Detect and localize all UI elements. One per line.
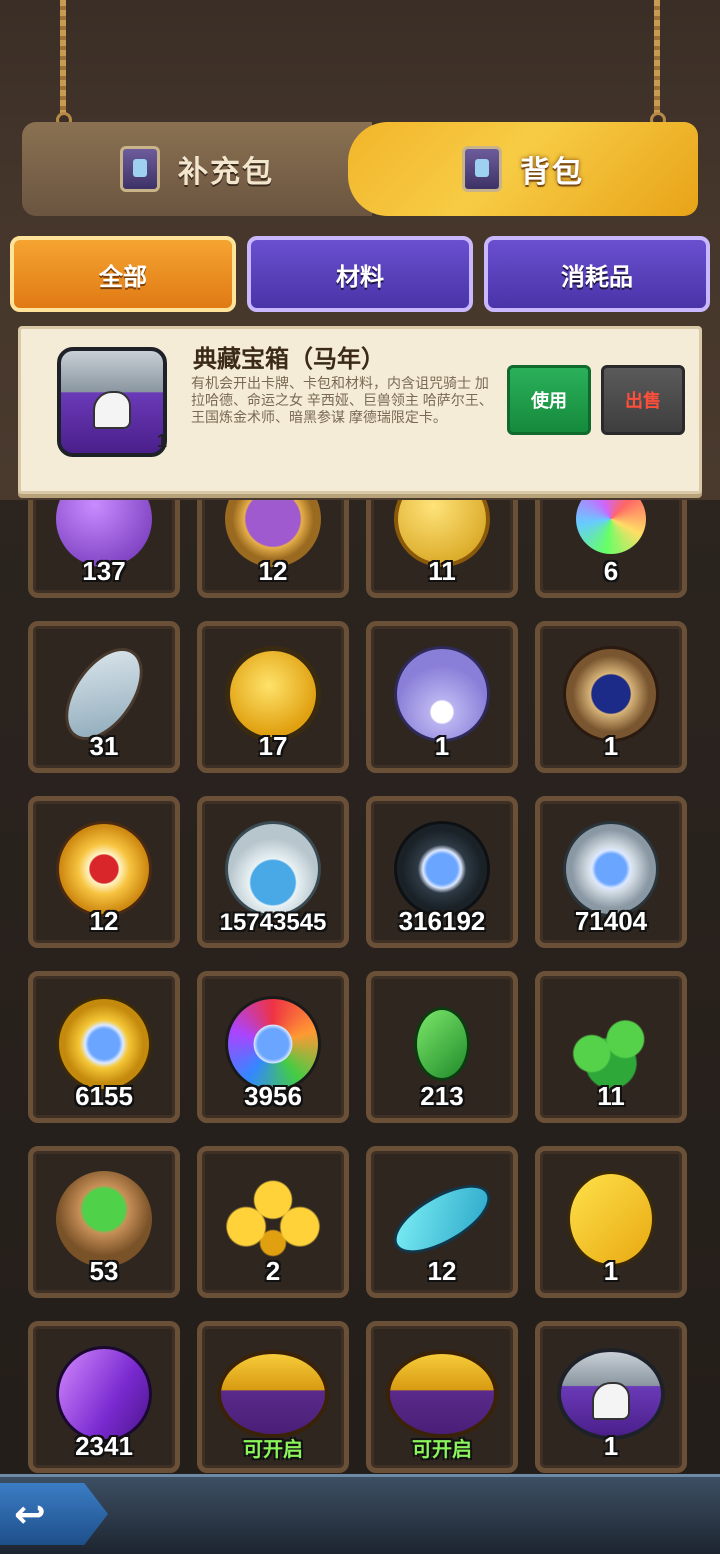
inventory-slot[interactable]: 可开启 bbox=[366, 1321, 518, 1473]
selected-item-description: 有机会开出卡牌、卡包和材料，内含诅咒骑士 加拉哈德、命运之女 辛西娅、巨兽领主 … bbox=[191, 375, 493, 425]
inventory-slot[interactable]: 53 bbox=[28, 1146, 180, 1298]
inventory-slot-quantity: 12 bbox=[89, 906, 119, 936]
green-leaves-pile-icon bbox=[563, 996, 659, 1093]
inventory-slot[interactable]: 15743545 bbox=[197, 796, 349, 948]
sand-flask-icon bbox=[225, 821, 321, 918]
inventory-grid-scroll[interactable]: 137 12 11 6 31 17 1 1 12 15743545 316192 71404 6155 3… bbox=[0, 500, 720, 1474]
inventory-slot[interactable]: 316192 bbox=[366, 796, 518, 948]
hourglass-clock-icon bbox=[563, 646, 659, 743]
inventory-slot-quantity: 12 bbox=[427, 1256, 457, 1286]
tab-backpack-label: 背包 bbox=[520, 156, 584, 189]
horse-chest-icon bbox=[57, 347, 167, 457]
filter-tab-consumables-label: 消耗品 bbox=[561, 263, 633, 291]
inventory-slot-quantity: 2341 bbox=[75, 1431, 133, 1461]
inventory-slot-quantity: 1 bbox=[603, 1431, 619, 1461]
inventory-slot[interactable]: 12 bbox=[366, 1146, 518, 1298]
inventory-slot-quantity: 3956 bbox=[244, 1081, 302, 1111]
inventory-slot-quantity: 71404 bbox=[574, 906, 648, 936]
inventory-slot-quantity: 可开启 bbox=[412, 1439, 472, 1461]
inventory-slot-quantity: 31 bbox=[89, 731, 119, 761]
filter-tab-consumables[interactable]: 消耗品 bbox=[484, 236, 710, 312]
inventory-slot-quantity: 1 bbox=[434, 731, 450, 761]
tab-supply-pack-label: 补充包 bbox=[178, 156, 274, 189]
inventory-slot-quantity: 213 bbox=[420, 1081, 464, 1111]
inventory-slot-quantity: 2 bbox=[265, 1256, 281, 1286]
inventory-slot-quantity: 1 bbox=[603, 1256, 619, 1286]
inventory-slot[interactable]: 17 bbox=[197, 621, 349, 773]
inventory-slot-quantity: 137 bbox=[82, 556, 126, 586]
back-button[interactable]: ↩ bbox=[0, 1483, 108, 1545]
inventory-slot[interactable]: 12 bbox=[197, 500, 349, 598]
inventory-slot[interactable]: 11 bbox=[535, 971, 687, 1123]
sell-button[interactable]: 出售 bbox=[601, 365, 685, 435]
inventory-slot[interactable]: 11 bbox=[366, 500, 518, 598]
inventory-slot[interactable]: 6155 bbox=[28, 971, 180, 1123]
leaf-sack-icon bbox=[56, 1171, 152, 1268]
selected-item-title: 典藏宝箱（马年） bbox=[193, 346, 385, 373]
inventory-slot[interactable]: 2 bbox=[197, 1146, 349, 1298]
pearl-shell-icon bbox=[394, 646, 490, 743]
inventory-slot[interactable]: 1 bbox=[366, 621, 518, 773]
card-pack-chest-icon bbox=[120, 146, 160, 192]
inventory-slot[interactable]: 6 bbox=[535, 500, 687, 598]
main-tab-bar: 补充包 背包 bbox=[22, 122, 698, 216]
rope-right bbox=[654, 0, 660, 120]
silver-gem-coin-icon bbox=[563, 821, 659, 918]
selected-item-count: 1 bbox=[157, 431, 168, 451]
inventory-slot-quantity: 316192 bbox=[398, 906, 486, 936]
inventory-slot[interactable]: 137 bbox=[28, 500, 180, 598]
paw-coin-icon bbox=[56, 821, 152, 918]
filter-tab-all-label: 全部 bbox=[99, 263, 147, 291]
back-arrow-icon: ↩ bbox=[14, 1493, 46, 1536]
gold-chest-icon bbox=[217, 1350, 329, 1439]
inventory-slot[interactable]: 1 bbox=[535, 621, 687, 773]
filter-tab-all[interactable]: 全部 bbox=[10, 236, 236, 312]
filter-tab-bar: 全部 材料 消耗品 bbox=[10, 236, 710, 312]
filter-tab-materials-label: 材料 bbox=[336, 263, 384, 291]
horse-chest-icon bbox=[557, 1348, 665, 1441]
use-button[interactable]: 使用 bbox=[507, 365, 591, 435]
inventory-slot[interactable]: 3956 bbox=[197, 971, 349, 1123]
inventory-slot[interactable]: 31 bbox=[28, 621, 180, 773]
inventory-slot[interactable]: 71404 bbox=[535, 796, 687, 948]
bottom-bar: ↩ bbox=[0, 1474, 720, 1554]
fleur-de-lis-icon bbox=[225, 1171, 321, 1268]
item-detail-panel: 1 典藏宝箱（马年） 有机会开出卡牌、卡包和材料，内含诅咒骑士 加拉哈德、命运之… bbox=[18, 326, 702, 494]
rope-left bbox=[60, 0, 66, 120]
filter-tab-materials[interactable]: 材料 bbox=[247, 236, 473, 312]
crown-coin-icon bbox=[225, 646, 321, 743]
inventory-slot-quantity: 11 bbox=[428, 556, 456, 586]
inventory-slot-quantity: 11 bbox=[597, 1081, 625, 1111]
inventory-slot-quantity: 6155 bbox=[75, 1081, 133, 1111]
inventory-slot-quantity: 可开启 bbox=[243, 1439, 303, 1461]
inventory-slot-quantity: 17 bbox=[258, 731, 288, 761]
inventory-slot-quantity: 15743545 bbox=[219, 909, 327, 936]
rainbow-gem-coin-icon bbox=[225, 996, 321, 1093]
inventory-slot-quantity: 6 bbox=[603, 556, 619, 586]
gold-chest-icon bbox=[386, 1350, 498, 1439]
card-pack-chest-icon bbox=[462, 146, 502, 192]
green-leaf-icon bbox=[414, 1007, 470, 1082]
inventory-slot-quantity: 53 bbox=[89, 1256, 119, 1286]
inventory-slot[interactable]: 1 bbox=[535, 1321, 687, 1473]
tab-supply-pack[interactable]: 补充包 bbox=[22, 122, 372, 216]
inventory-slot[interactable]: 1 bbox=[535, 1146, 687, 1298]
inventory-slot-quantity: 1 bbox=[603, 731, 619, 761]
inventory-slot[interactable]: 12 bbox=[28, 796, 180, 948]
blue-ticket-icon bbox=[383, 1171, 501, 1267]
inventory-slot[interactable]: 可开启 bbox=[197, 1321, 349, 1473]
inventory-slot[interactable]: 2341 bbox=[28, 1321, 180, 1473]
gold-horse-icon bbox=[567, 1171, 655, 1268]
dark-gem-coin-icon bbox=[394, 821, 490, 918]
tab-backpack[interactable]: 背包 bbox=[348, 122, 698, 216]
gold-gem-coin-icon bbox=[56, 996, 152, 1093]
inventory-slot-quantity: 12 bbox=[258, 556, 288, 586]
inventory-slot[interactable]: 213 bbox=[366, 971, 518, 1123]
